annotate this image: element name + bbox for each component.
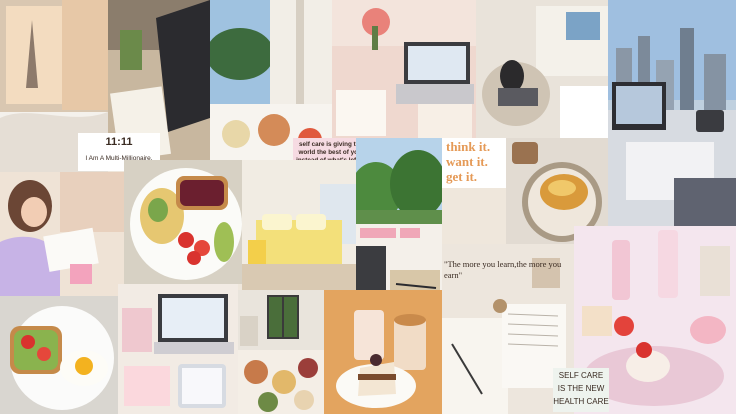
learn-earn-quote: "The more you learn,the more you earn": [444, 259, 562, 280]
avocado-toast-with-egg-photo: [0, 296, 118, 414]
want-it-line: want it.: [446, 154, 488, 169]
yellow-bedroom-photo: [242, 160, 356, 290]
health-care-line-1: SELF CARE: [558, 371, 604, 380]
city-view-desk-photo: [608, 0, 736, 226]
omelette-and-toast-plate-photo: [124, 160, 242, 284]
get-it-line: get it.: [446, 169, 478, 184]
think-it-line: think it.: [446, 139, 491, 154]
pink-desk-with-laptop-photo: [332, 0, 476, 138]
green-trees-window-photo: [356, 138, 442, 224]
window-room-photo: [238, 290, 324, 350]
desk-with-laptop-and-tablet-photo: [118, 284, 238, 414]
planner-notebook-photo: [356, 224, 442, 296]
balcony-breakfast-photo: [210, 0, 332, 160]
clock-time: 11:11: [105, 136, 133, 148]
think-it-card: think it. want it. get it.: [442, 138, 506, 188]
health-care-line-3: HEALTH CARE: [553, 397, 609, 406]
cozy-reading-chair-photo: [476, 0, 608, 138]
breakfast-spread-photo: [238, 350, 324, 414]
health-care-line-2: IS THE NEW: [557, 384, 605, 393]
girl-studying-photo: [0, 172, 124, 296]
health-care-card: SELF CARE IS THE NEW HEALTH CARE: [553, 368, 609, 412]
cake-and-coffee-photo: [324, 290, 442, 414]
